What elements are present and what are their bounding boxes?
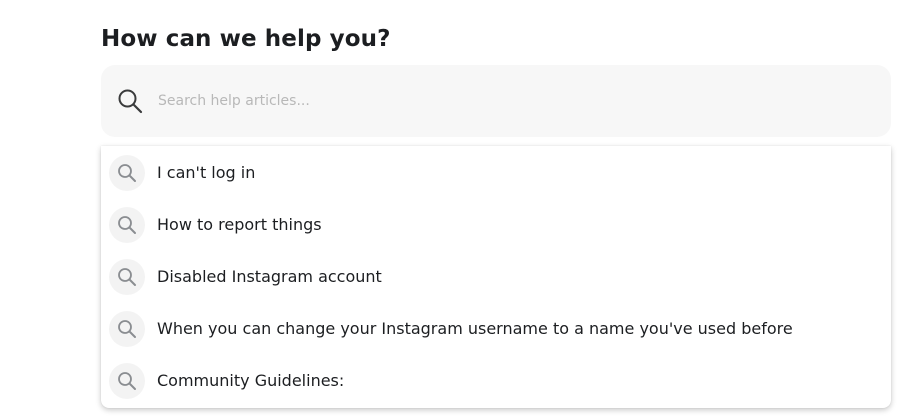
- suggestion-label: How to report things: [157, 215, 322, 234]
- search-bar[interactable]: [101, 65, 891, 137]
- suggestion-label: I can't log in: [157, 163, 256, 182]
- suggestion-item[interactable]: How to report things: [101, 198, 891, 250]
- search-input[interactable]: [158, 87, 858, 115]
- search-icon: [118, 164, 136, 182]
- suggestion-icon-circle: [109, 363, 145, 399]
- search-icon: [118, 216, 136, 234]
- suggestion-icon-circle: [109, 207, 145, 243]
- search-icon: [118, 268, 136, 286]
- suggestion-item[interactable]: Community Guidelines:: [101, 354, 891, 406]
- suggestion-item[interactable]: I can't log in: [101, 146, 891, 198]
- suggestion-icon-circle: [109, 311, 145, 347]
- search-suggestions-dropdown: I can't log in How to report things Disa…: [101, 146, 891, 408]
- suggestion-label: Disabled Instagram account: [157, 267, 382, 286]
- search-icon: [118, 320, 136, 338]
- page-title: How can we help you?: [101, 26, 391, 52]
- suggestion-item[interactable]: When you can change your Instagram usern…: [101, 302, 891, 354]
- suggestion-icon-circle: [109, 155, 145, 191]
- suggestion-label: When you can change your Instagram usern…: [157, 319, 793, 338]
- suggestion-item[interactable]: Disabled Instagram account: [101, 250, 891, 302]
- help-page: How can we help you? I can't log in: [0, 0, 912, 418]
- suggestion-label: Community Guidelines:: [157, 371, 345, 390]
- suggestion-icon-circle: [109, 259, 145, 295]
- search-icon: [118, 372, 136, 390]
- search-icon: [118, 89, 143, 114]
